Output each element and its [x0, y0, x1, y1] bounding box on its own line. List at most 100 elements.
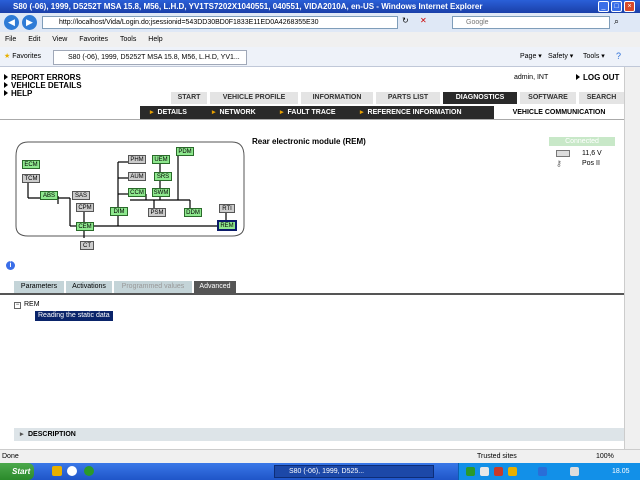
ecu-aum[interactable]: AUM — [128, 172, 146, 181]
refresh-icon[interactable]: ↻ — [402, 16, 414, 29]
tray-network-icon[interactable] — [480, 467, 489, 476]
forward-icon[interactable]: ▶ — [22, 15, 37, 30]
tab-parameters[interactable]: Parameters — [14, 281, 64, 293]
ecu-rem[interactable]: REM — [217, 220, 237, 231]
help-label: HELP — [11, 89, 33, 98]
tab-vehicle-profile[interactable]: VEHICLE PROFILE — [210, 92, 298, 104]
ecu-phm[interactable]: PHM — [128, 155, 146, 164]
description-label: DESCRIPTION — [28, 431, 76, 438]
safety-menu-label: Safety — [548, 53, 568, 60]
battery-voltage: 11,6 V — [582, 150, 602, 157]
subtab-reference-information[interactable]: ▸ REFERENCE INFORMATION — [360, 106, 462, 119]
menu-edit[interactable]: Edit — [28, 36, 40, 43]
ecu-ct[interactable]: CT — [80, 241, 94, 250]
tray-shield-icon[interactable] — [466, 467, 475, 476]
ecu-abs[interactable]: ABS — [40, 191, 58, 200]
subtab-details[interactable]: ▸ DETAILS — [150, 106, 187, 119]
ecu-dim[interactable]: DIM — [110, 207, 128, 216]
tab-software[interactable]: SOFTWARE — [520, 92, 576, 104]
tree-root[interactable]: REM — [24, 301, 40, 308]
favorites-button[interactable]: Favorites — [12, 53, 41, 60]
tab-programmed-values: Programmed values — [114, 281, 192, 293]
tab-parts-list[interactable]: PARTS LIST — [376, 92, 440, 104]
ecu-psm[interactable]: PSM — [148, 208, 166, 217]
quicklaunch-app-icon[interactable] — [84, 466, 94, 476]
search-input[interactable]: Google — [452, 16, 610, 29]
menu-help[interactable]: Help — [148, 36, 162, 43]
collapse-icon[interactable]: − — [14, 302, 21, 309]
tab-search[interactable]: SEARCH — [579, 92, 624, 104]
ecu-cem[interactable]: CEM — [76, 222, 94, 231]
stop-icon[interactable]: ✕ — [420, 16, 432, 29]
quicklaunch-browser-icon[interactable] — [67, 466, 77, 476]
star-icon: ★ — [4, 53, 11, 60]
menu-bar: File Edit View Favorites Tools Help — [0, 32, 640, 47]
menu-tools[interactable]: Tools — [120, 36, 136, 43]
tray-alert-icon[interactable] — [494, 467, 503, 476]
key-icon: ⚷ — [556, 159, 562, 168]
subtab-fault-trace[interactable]: ▸ FAULT TRACE — [280, 106, 336, 119]
subtab-fault-trace-label: FAULT TRACE — [287, 109, 336, 116]
page-menu-label: Page — [520, 53, 537, 60]
tools-menu[interactable]: Tools ▾ — [583, 52, 605, 60]
subtab-network[interactable]: ▸ NETWORK — [212, 106, 256, 119]
menu-file[interactable]: File — [5, 36, 16, 43]
connection-status: Connected — [549, 137, 615, 146]
start-button[interactable]: Start — [0, 463, 34, 480]
menu-favorites[interactable]: Favorites — [79, 36, 108, 43]
module-title: Rear electronic module (REM) — [252, 137, 366, 146]
ecu-uem[interactable]: UEM — [152, 155, 170, 164]
help-icon[interactable]: ? — [616, 51, 621, 61]
subtab-vehicle-communication[interactable]: VEHICLE COMMUNICATION — [494, 106, 624, 119]
taskbar-item-ie[interactable]: S80 (-06), 1999, D525... — [274, 465, 434, 478]
ignition-position: Pos II — [582, 160, 600, 167]
ecu-ddm[interactable]: DDM — [184, 208, 202, 217]
logout-link[interactable]: LOG OUT — [576, 74, 619, 82]
zoom-level[interactable]: 100% — [596, 450, 614, 464]
battery-icon — [556, 150, 570, 157]
tab-diagnostics[interactable]: DIAGNOSTICS — [443, 92, 517, 104]
ecu-srs[interactable]: SRS — [154, 172, 172, 181]
search-icon[interactable]: ⌕ — [614, 16, 619, 27]
tab-information[interactable]: INFORMATION — [301, 92, 373, 104]
ecu-sas[interactable]: SAS — [72, 191, 90, 200]
page-menu[interactable]: Page ▾ — [520, 52, 542, 60]
ecu-cpm[interactable]: CPM — [76, 203, 94, 212]
tray-update-icon[interactable] — [538, 467, 547, 476]
tab-start[interactable]: START — [171, 92, 207, 104]
address-input[interactable]: http://localhost/Vida/Login.do;jsessioni… — [42, 16, 398, 29]
tab-advanced[interactable]: Advanced — [194, 281, 236, 293]
tray-volume-icon[interactable] — [508, 467, 517, 476]
tab-activations[interactable]: Activations — [66, 281, 112, 293]
header-divider — [0, 119, 624, 120]
subtab-details-label: DETAILS — [157, 109, 187, 116]
taskbar-clock: 18.05 — [612, 468, 630, 475]
vertical-scrollbar[interactable] — [624, 67, 640, 449]
help-link[interactable]: HELP — [4, 90, 32, 98]
maximize-icon[interactable]: □ — [611, 1, 622, 12]
ecu-rti[interactable]: RTI — [219, 204, 235, 213]
window-title: S80 (-06), 1999, D5252T MSA 15.8, M56, L… — [13, 2, 483, 11]
window-title-bar[interactable]: S80 (-06), 1999, D5252T MSA 15.8, M56, L… — [0, 0, 640, 13]
ecu-pdm[interactable]: PDM — [176, 147, 194, 156]
safety-menu[interactable]: Safety ▾ — [548, 52, 573, 60]
tray-security-icon[interactable] — [570, 467, 579, 476]
minimize-icon[interactable]: _ — [598, 1, 609, 12]
subtab-reference-information-label: REFERENCE INFORMATION — [367, 109, 462, 116]
ecu-ccm[interactable]: CCM — [128, 188, 146, 197]
browser-tab[interactable]: S80 (-06), 1999, D5252T MSA 15.8, M56, L… — [53, 50, 247, 65]
info-icon[interactable]: i — [6, 261, 15, 270]
status-bar: Done Trusted sites 100% — [0, 449, 640, 463]
quicklaunch-folder-icon[interactable] — [52, 466, 62, 476]
ecu-tcm[interactable]: TCM — [22, 174, 40, 183]
address-text: http://localhost/Vida/Login.do;jsessioni… — [59, 19, 319, 26]
back-icon[interactable]: ◀ — [4, 15, 19, 30]
ecu-swm[interactable]: SWM — [152, 188, 170, 197]
ecu-ecm[interactable]: ECM — [22, 160, 40, 169]
logout-label: LOG OUT — [583, 73, 620, 82]
expand-icon: ▸ — [20, 431, 24, 438]
close-icon[interactable]: × — [624, 1, 635, 12]
description-bar[interactable]: ▸ DESCRIPTION — [14, 428, 624, 441]
tree-item-selected[interactable]: Reading the static data — [35, 311, 113, 321]
menu-view[interactable]: View — [52, 36, 67, 43]
